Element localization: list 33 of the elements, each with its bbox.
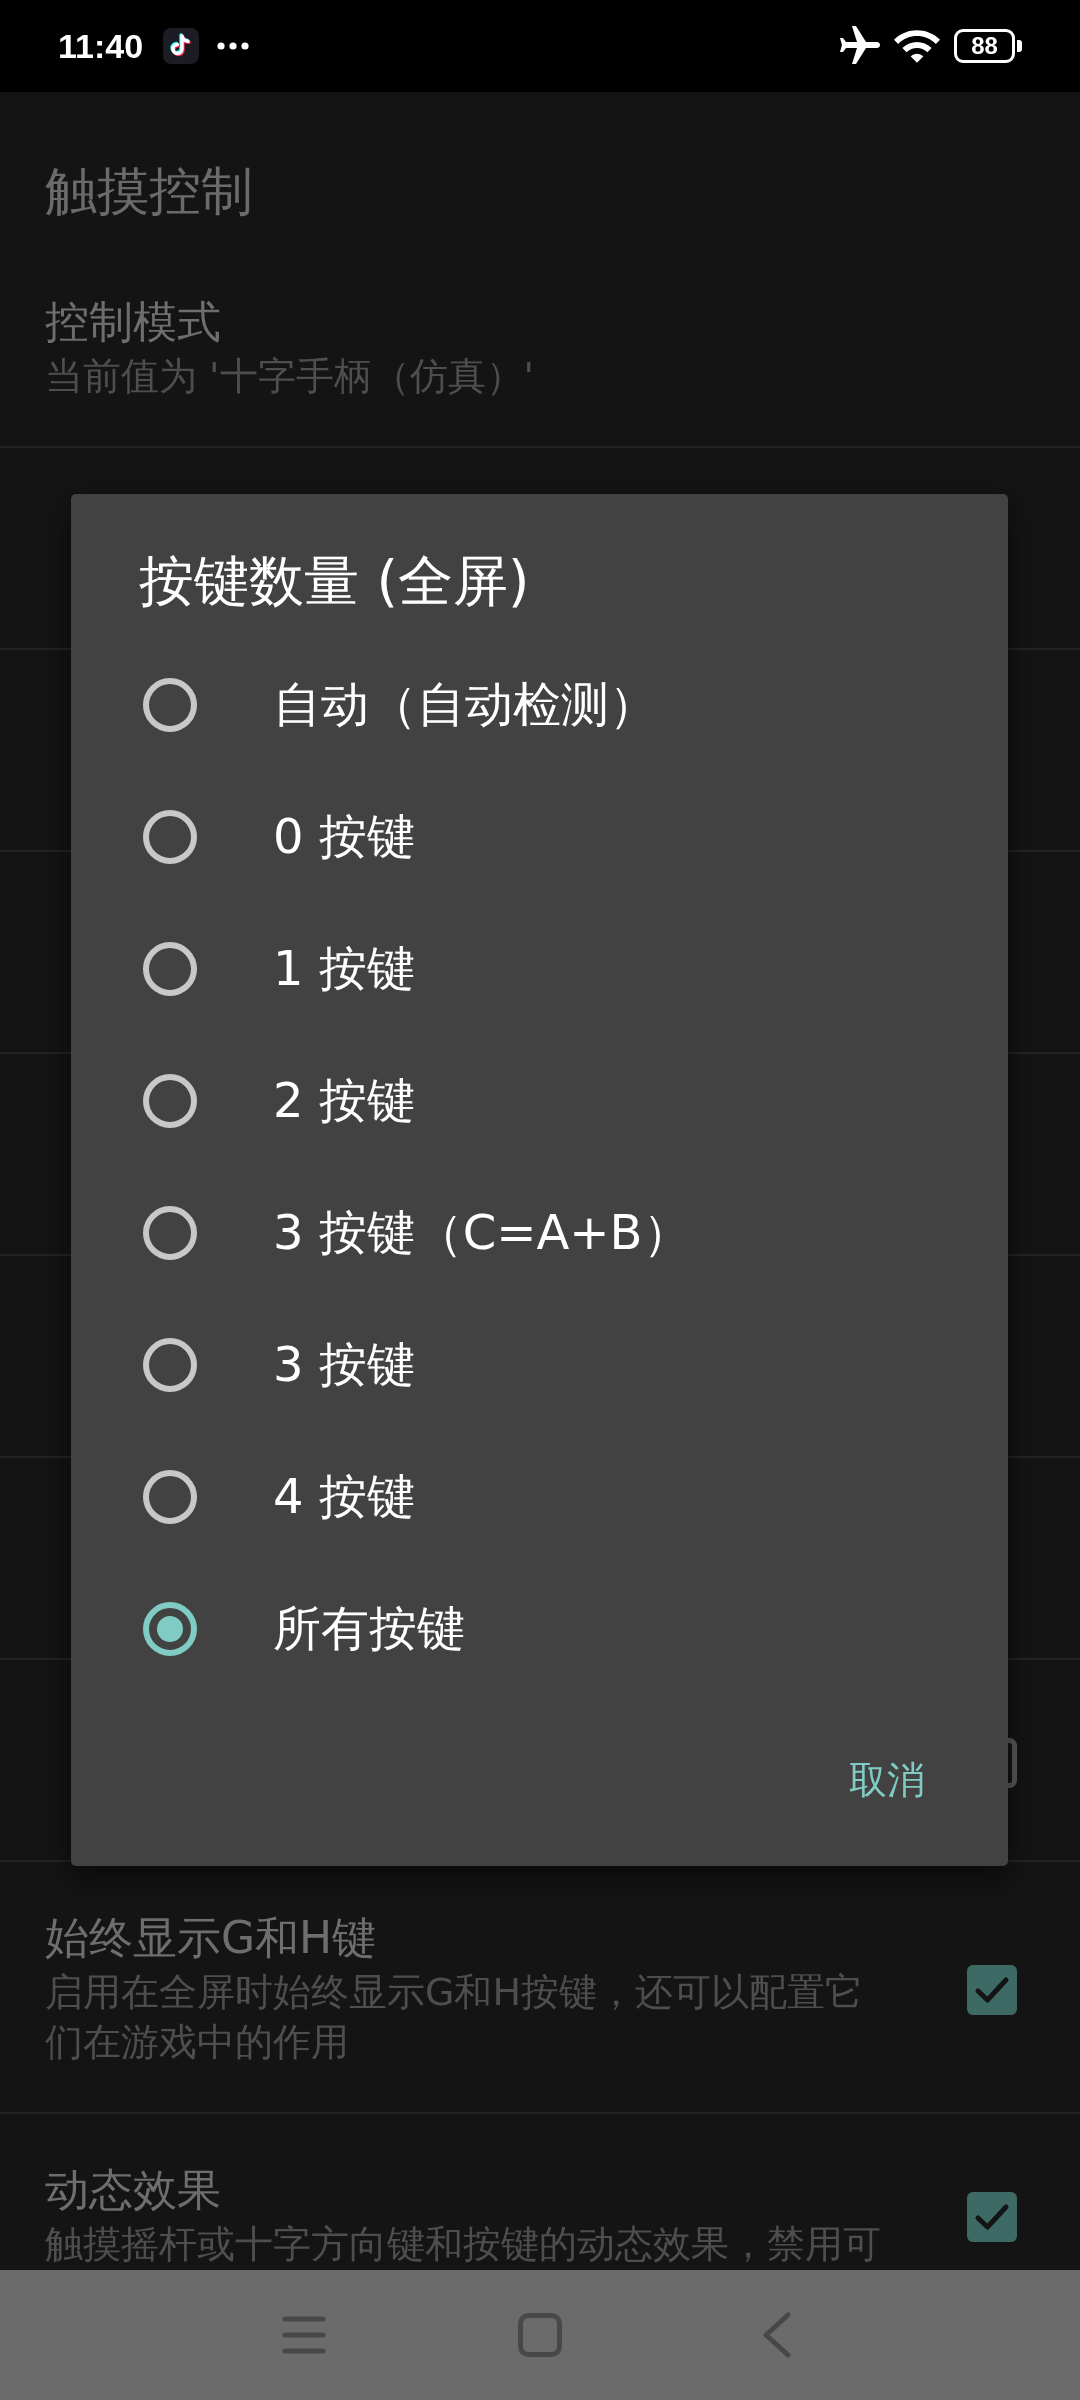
radio-icon[interactable] [143,1470,197,1524]
radio-icon[interactable] [143,678,197,732]
radio-option[interactable]: 0 按键 [71,771,949,903]
checkbox[interactable] [967,1964,1017,2015]
radio-option[interactable]: 自动（自动检测） [71,639,949,771]
setting-title: 始终显示G和H键 [45,1912,377,1964]
battery-indicator: 88 [954,29,1022,63]
clock-time: 11:40 [58,26,144,66]
radio-icon[interactable] [143,1602,197,1656]
checkbox[interactable] [967,2191,1017,2242]
dialog-title: 按键数量 (全屏) [139,549,530,613]
more-dots-icon [217,42,250,50]
radio-icon[interactable] [143,1074,197,1128]
radio-icon[interactable] [143,1338,197,1392]
radio-icon[interactable] [143,810,197,864]
setting-title: 动态效果 [45,2164,221,2216]
radio-icon[interactable] [143,942,197,996]
setting-title: 控制模式 [45,296,221,348]
radio-option[interactable]: 1 按键 [71,903,949,1035]
page-title: 触摸控制 [45,161,253,221]
setting-summary: 当前值为 '十字手柄（仿真）' [45,353,534,400]
radio-option[interactable]: 2 按键 [71,1035,949,1167]
radio-icon[interactable] [143,1206,197,1260]
cancel-button[interactable]: 取消 [825,1730,949,1830]
music-note-icon [163,28,200,64]
setting-summary: 启用在全屏时始终显示G和H按键，还可以配置它们在游戏中的作用 [45,1969,865,2066]
setting-summary: 触摸摇杆或十字方向键和按键的动态效果，禁用可 [45,2221,881,2268]
airplane-icon [840,26,880,66]
radio-option[interactable]: 3 按键（C=A+B） [71,1167,949,1299]
radio-option[interactable]: 所有按键 [71,1563,949,1695]
radio-option[interactable]: 4 按键 [71,1431,949,1563]
wifi-icon [894,27,940,65]
radio-option[interactable]: 3 按键 [71,1299,949,1431]
